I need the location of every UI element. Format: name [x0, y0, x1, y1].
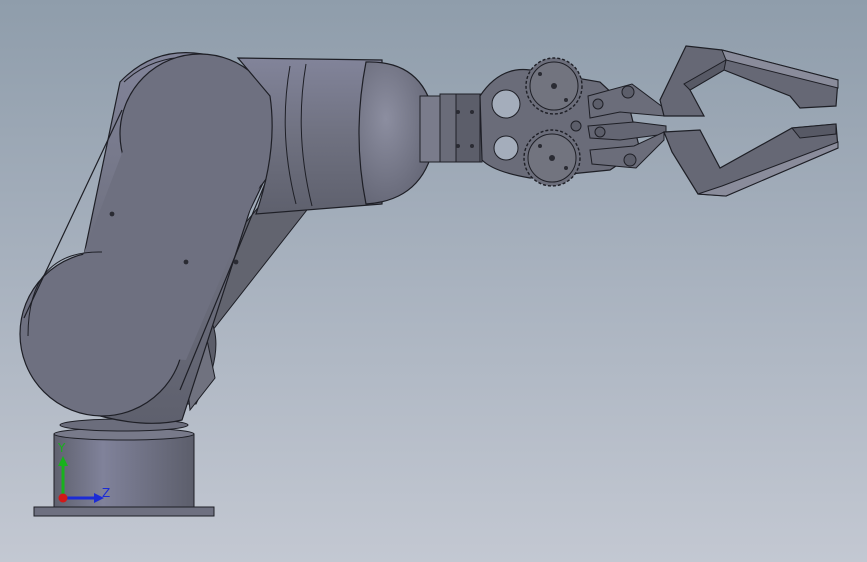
y-axis-label: Y	[58, 441, 66, 455]
z-axis-label: Z	[102, 486, 111, 500]
upper-gear[interactable]	[525, 57, 583, 115]
lower-gear[interactable]	[523, 129, 581, 187]
shoulder-link[interactable]	[19, 52, 281, 424]
robot-arm-model[interactable]	[0, 0, 867, 562]
lower-finger[interactable]	[663, 123, 839, 197]
upper-finger[interactable]	[659, 45, 839, 117]
wrist-adapter[interactable]	[419, 93, 483, 163]
orientation-triad: Y Z	[50, 438, 120, 510]
graphics-viewport[interactable]: Y Z	[0, 0, 867, 562]
